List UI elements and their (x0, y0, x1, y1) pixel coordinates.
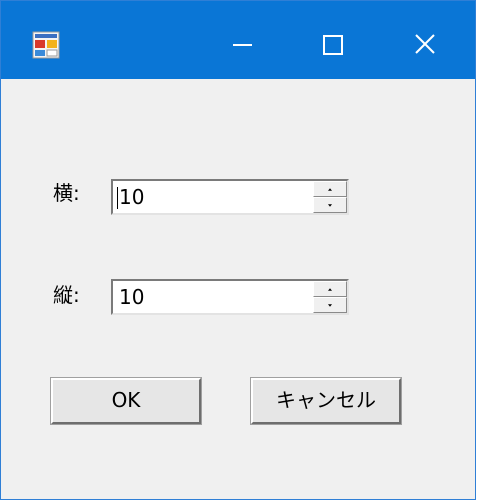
maximize-button[interactable] (287, 1, 377, 79)
width-value[interactable]: 10 (119, 185, 144, 209)
height-numeric-input[interactable]: 10 (111, 279, 349, 315)
app-form-icon (32, 31, 60, 59)
width-numeric-input[interactable]: 10 (111, 179, 349, 215)
arrow-down-icon (328, 304, 332, 307)
ok-button[interactable]: OK (50, 377, 202, 425)
minimize-button[interactable] (197, 1, 287, 79)
width-label: 横: (53, 181, 80, 205)
height-spin-up-button[interactable] (313, 281, 347, 297)
arrow-down-icon (328, 204, 332, 207)
arrow-up-icon (328, 288, 332, 291)
close-button[interactable] (379, 1, 469, 79)
title-bar[interactable] (1, 1, 475, 79)
height-value[interactable]: 10 (119, 285, 144, 309)
maximize-icon (323, 35, 343, 55)
close-icon (415, 34, 435, 54)
cancel-button[interactable]: キャンセル (250, 377, 402, 425)
text-caret (117, 187, 118, 209)
arrow-up-icon (328, 188, 332, 191)
height-spinner[interactable] (313, 281, 347, 313)
dialog-window: 横: 10 縦: 10 OK キャンセル (0, 0, 476, 500)
minimize-icon (233, 44, 252, 46)
height-spin-down-button[interactable] (313, 297, 347, 313)
width-spin-up-button[interactable] (313, 181, 347, 197)
width-spinner[interactable] (313, 181, 347, 213)
width-spin-down-button[interactable] (313, 197, 347, 213)
height-label: 縦: (53, 283, 80, 307)
